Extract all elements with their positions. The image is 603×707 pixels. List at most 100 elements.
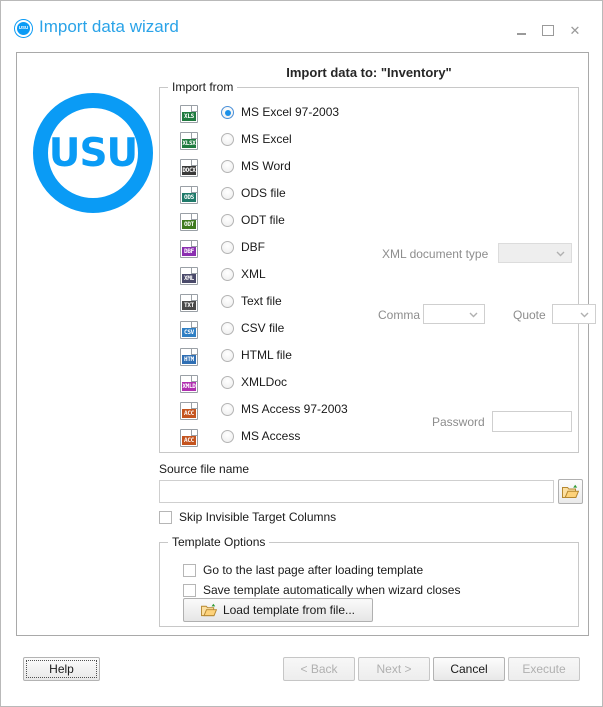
source-file-name-input-wrap[interactable] bbox=[159, 480, 554, 503]
format-radio-label: MS Access bbox=[241, 429, 301, 443]
import-from-legend: Import from bbox=[168, 80, 238, 94]
dbf-file-icon: DBF bbox=[180, 240, 198, 258]
usu-logo-text: USU bbox=[48, 130, 138, 176]
format-radio-label: MS Access 97-2003 bbox=[241, 402, 348, 416]
format-radio-label: MS Excel bbox=[241, 132, 292, 146]
format-radio-label: XMLDoc bbox=[241, 375, 288, 389]
txt-file-icon: TXT bbox=[180, 294, 198, 312]
format-option-row[interactable]: ODT ODT file bbox=[168, 209, 572, 236]
file-type-tag-label: DBF bbox=[184, 248, 194, 255]
back-button-label: < Back bbox=[300, 662, 338, 676]
format-option-row[interactable]: CSV CSV file bbox=[168, 317, 572, 344]
ods-file-icon: ODS bbox=[180, 186, 198, 204]
next-button-label: Next > bbox=[376, 662, 412, 676]
chevron-down-icon bbox=[556, 249, 565, 258]
xml-file-icon: XML bbox=[180, 267, 198, 285]
xmldoc-file-icon: XMLD bbox=[180, 375, 198, 393]
csv-file-icon: CSV bbox=[180, 321, 198, 339]
format-radio[interactable] bbox=[221, 133, 234, 146]
format-radio[interactable] bbox=[221, 322, 234, 335]
file-type-tag-label: XLSX bbox=[182, 140, 196, 147]
source-file-name-input[interactable] bbox=[160, 481, 553, 502]
html-file-icon: HTM bbox=[180, 348, 198, 366]
docx-file-icon: DOCX bbox=[180, 159, 198, 177]
chevron-down-icon bbox=[469, 310, 478, 319]
format-radio[interactable] bbox=[221, 268, 234, 281]
usu-logo: USU bbox=[25, 85, 161, 221]
format-radio[interactable] bbox=[221, 214, 234, 227]
skip-invisible-columns-checkbox[interactable] bbox=[159, 511, 172, 524]
format-option-row[interactable]: HTM HTML file bbox=[168, 344, 572, 371]
format-radio-label: DBF bbox=[241, 240, 265, 254]
format-option-row[interactable]: TXT Text file bbox=[168, 290, 572, 317]
execute-button[interactable]: Execute bbox=[508, 657, 580, 681]
close-button[interactable]: ✕ bbox=[564, 21, 586, 39]
window-title: Import data wizard bbox=[39, 17, 179, 36]
file-type-tag-label: DOCX bbox=[182, 167, 196, 174]
file-type-tag-label: ODT bbox=[184, 221, 194, 228]
open-folder-icon bbox=[201, 603, 217, 617]
xml-document-type-select[interactable] bbox=[498, 243, 572, 263]
save-template-automatically-checkbox[interactable] bbox=[183, 584, 196, 597]
import-data-wizard-window: USU Import data wizard ✕ USU Import data… bbox=[0, 0, 603, 707]
usu-logo-icon: USU bbox=[14, 19, 33, 38]
format-option-row[interactable]: ODS ODS file bbox=[168, 182, 572, 209]
format-option-row[interactable]: XLS MS Excel 97-2003 bbox=[168, 101, 572, 128]
format-radio[interactable] bbox=[221, 349, 234, 362]
format-radio[interactable] bbox=[221, 376, 234, 389]
usu-logo-icon-text: USU bbox=[15, 20, 32, 37]
format-radio-label: XML bbox=[241, 267, 266, 281]
format-option-row[interactable]: XMLD XMLDoc bbox=[168, 371, 572, 398]
load-template-from-file-button[interactable]: Load template from file... bbox=[183, 598, 373, 622]
xls-file-icon: XLS bbox=[180, 105, 198, 123]
minimize-button[interactable] bbox=[510, 21, 532, 39]
format-radio[interactable] bbox=[221, 106, 234, 119]
password-input-wrap[interactable] bbox=[492, 411, 572, 432]
format-radio[interactable] bbox=[221, 160, 234, 173]
skip-invisible-columns-label: Skip Invisible Target Columns bbox=[179, 510, 337, 524]
cancel-button-label: Cancel bbox=[450, 662, 488, 676]
file-type-tag-label: TXT bbox=[184, 302, 194, 309]
format-option-row[interactable]: XLSX MS Excel bbox=[168, 128, 572, 155]
file-type-tag-label: ACC bbox=[184, 410, 194, 417]
format-radio-label: ODS file bbox=[241, 186, 286, 200]
password-input[interactable] bbox=[493, 412, 571, 431]
odt-file-icon: ODT bbox=[180, 213, 198, 231]
page-title: Import data to: "Inventory" bbox=[286, 65, 452, 80]
format-radio[interactable] bbox=[221, 403, 234, 416]
minimize-icon bbox=[516, 32, 526, 35]
format-radio-label: HTML file bbox=[241, 348, 292, 362]
format-radio[interactable] bbox=[221, 187, 234, 200]
format-radio[interactable] bbox=[221, 241, 234, 254]
file-type-tag-label: ODS bbox=[184, 194, 194, 201]
comma-label: Comma bbox=[378, 308, 421, 322]
file-type-tag-label: CSV bbox=[184, 329, 194, 336]
save-template-automatically-label: Save template automatically when wizard … bbox=[203, 583, 461, 597]
format-radio-label: CSV file bbox=[241, 321, 285, 335]
maximize-button[interactable] bbox=[537, 21, 559, 39]
browse-source-file-button[interactable] bbox=[558, 479, 583, 504]
execute-button-label: Execute bbox=[522, 662, 566, 676]
goto-last-page-label: Go to the last page after loading templa… bbox=[203, 563, 424, 577]
help-button[interactable]: Help bbox=[23, 657, 100, 681]
format-option-row[interactable]: XML XML bbox=[168, 263, 572, 290]
format-radio[interactable] bbox=[221, 430, 234, 443]
password-label: Password bbox=[432, 415, 485, 429]
format-option-row[interactable]: DOCX MS Word bbox=[168, 155, 572, 182]
open-folder-icon bbox=[562, 484, 579, 498]
goto-last-page-checkbox[interactable] bbox=[183, 564, 196, 577]
format-radio-label: ODT file bbox=[241, 213, 285, 227]
maximize-icon bbox=[542, 24, 554, 36]
back-button[interactable]: < Back bbox=[283, 657, 355, 681]
comma-select[interactable] bbox=[423, 304, 485, 324]
xlsx-file-icon: XLSX bbox=[180, 132, 198, 150]
next-button[interactable]: Next > bbox=[358, 657, 430, 681]
format-radio-label: Text file bbox=[241, 294, 282, 308]
file-type-tag-label: HTM bbox=[184, 356, 194, 363]
cancel-button[interactable]: Cancel bbox=[433, 657, 505, 681]
template-options-legend: Template Options bbox=[168, 535, 270, 549]
quote-select[interactable] bbox=[552, 304, 596, 324]
chevron-down-icon bbox=[580, 310, 589, 319]
format-radio[interactable] bbox=[221, 295, 234, 308]
file-type-tag-label: XLS bbox=[184, 113, 194, 120]
